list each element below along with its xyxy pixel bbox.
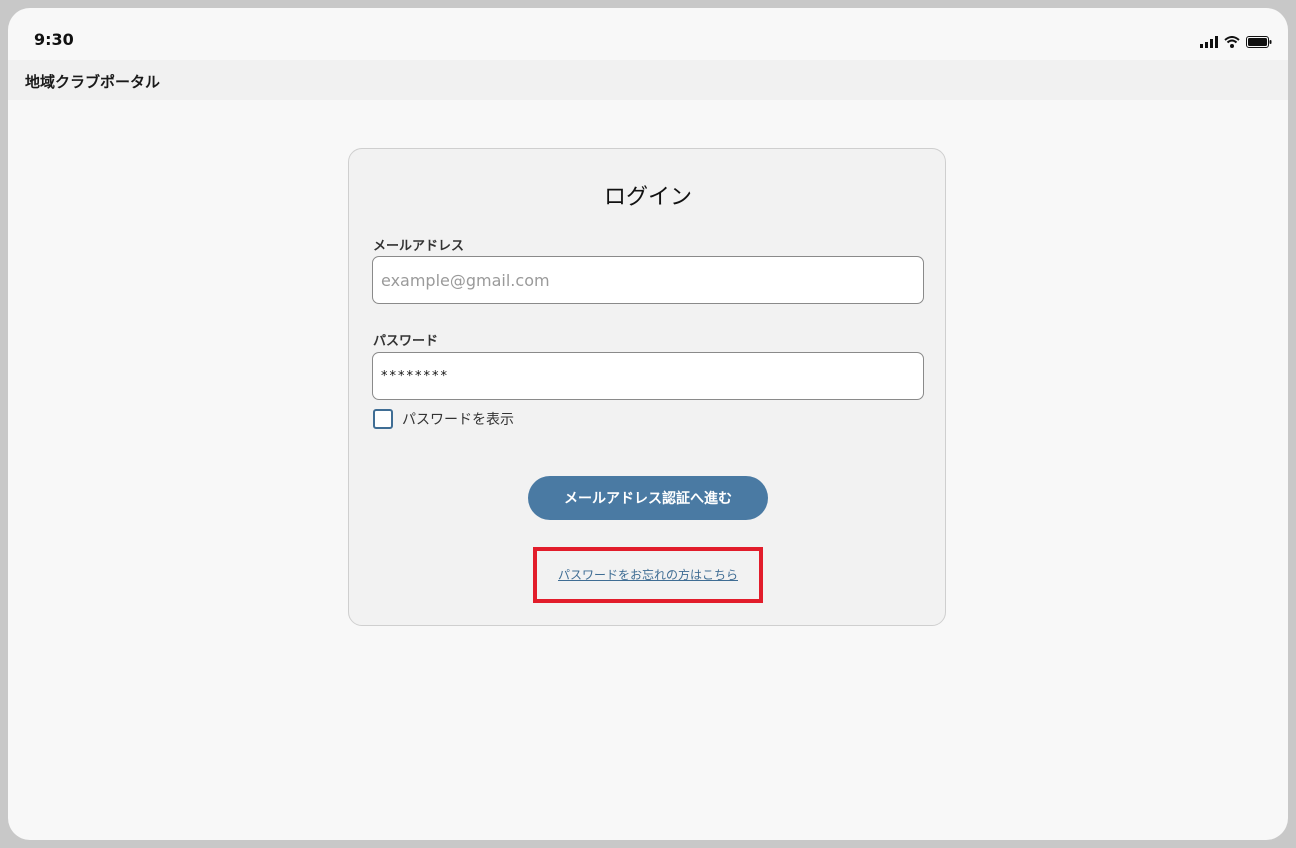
show-password-row[interactable]: パスワードを表示 [373,409,514,429]
password-input[interactable] [372,352,924,400]
email-label: メールアドレス [373,239,465,254]
forgot-password-link[interactable]: パスワードをお忘れの方はこちら [349,566,947,583]
status-icons [1200,35,1272,49]
battery-icon [1246,33,1272,52]
status-bar: 9:30 [8,8,1288,60]
show-password-checkbox[interactable] [373,409,393,429]
password-label: パスワード [373,334,439,349]
signal-icon [1200,33,1218,52]
login-title: ログイン [603,185,692,210]
wifi-icon [1224,33,1240,52]
email-verification-button[interactable]: メールアドレス認証へ進む [528,476,768,520]
login-card: ログイン メールアドレス パスワード パスワードを表示 メールアドレス認証へ進む… [348,148,946,626]
device-frame: 9:30 地域クラブポータル ログイン メールアドレス example@gmai… [8,8,1288,840]
show-password-label: パスワードを表示 [402,412,514,428]
app-title: 地域クラブポータル [25,73,161,91]
status-time: 9:30 [34,30,74,49]
email-input[interactable] [372,256,924,304]
app-bar: 地域クラブポータル [8,60,1288,100]
